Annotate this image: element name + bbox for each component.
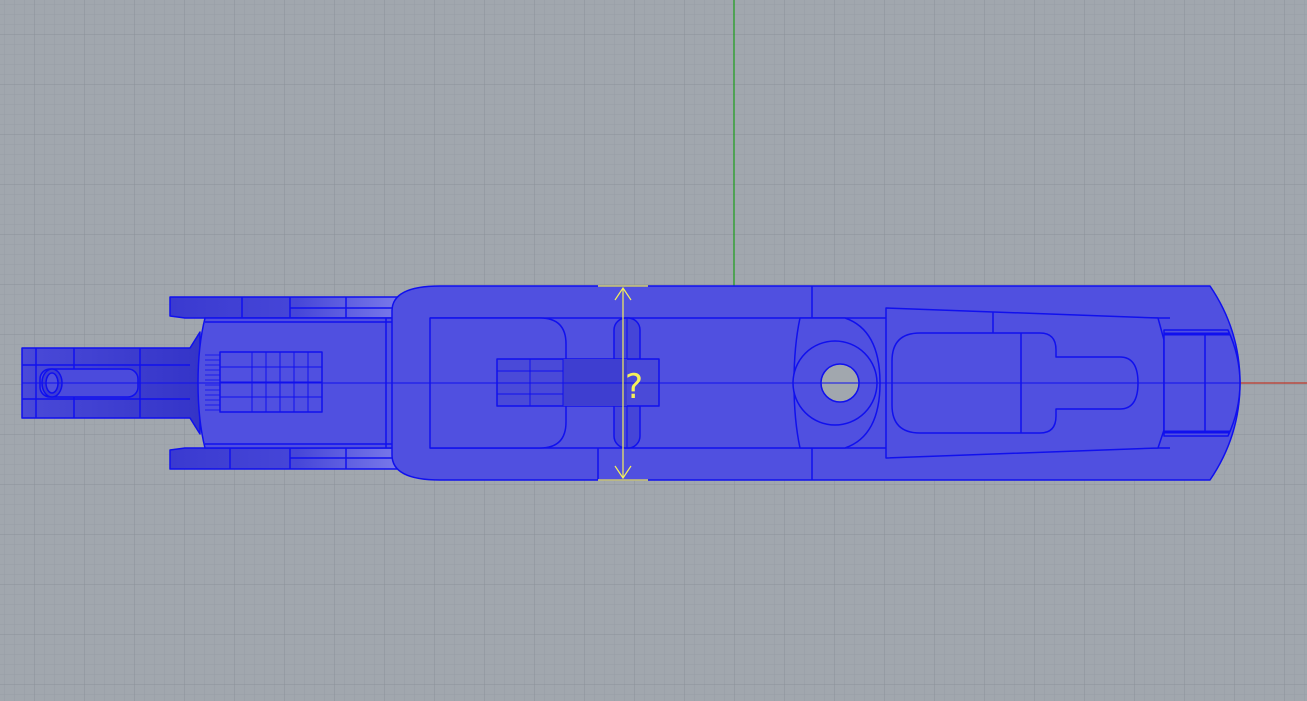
- viewport-top[interactable]: ?: [0, 0, 1307, 701]
- viewport-canvas[interactable]: ?: [0, 0, 1307, 701]
- dimension-label[interactable]: ?: [625, 367, 643, 407]
